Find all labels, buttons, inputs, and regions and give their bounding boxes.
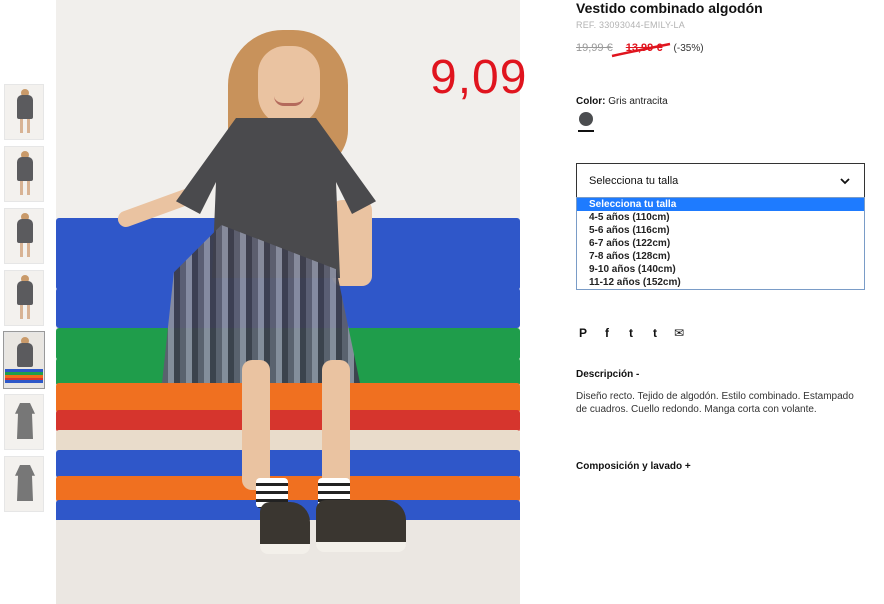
price-row: 19,99 € 13,99 € (-35%) bbox=[576, 42, 876, 58]
gym-mat-stripe bbox=[56, 410, 520, 432]
thumbnail-3[interactable] bbox=[4, 208, 44, 264]
size-option[interactable]: 11-12 años (152cm) bbox=[577, 276, 864, 289]
price-strike-mark bbox=[611, 42, 671, 58]
shoe-right bbox=[316, 500, 406, 552]
size-dropdown-list: Selecciona tu talla 4-5 años (110cm) 5-6… bbox=[576, 197, 865, 290]
thumbnail-5[interactable] bbox=[3, 331, 45, 389]
product-title: Vestido combinado algodón bbox=[576, 0, 763, 16]
size-option[interactable]: 7-8 años (128cm) bbox=[577, 250, 864, 263]
girl-face bbox=[258, 46, 320, 126]
gym-mat-stripe bbox=[56, 430, 520, 452]
shoe-left bbox=[260, 502, 310, 554]
gym-mat-stripe bbox=[56, 450, 520, 478]
chevron-down-icon bbox=[840, 178, 850, 185]
color-label: Color: bbox=[576, 96, 606, 107]
thumbnail-2[interactable] bbox=[4, 146, 44, 202]
size-option[interactable]: 4-5 años (110cm) bbox=[577, 211, 864, 224]
girl-leg-right bbox=[322, 360, 350, 490]
color-swatch-gris-antracita[interactable] bbox=[579, 112, 593, 126]
description-text: Diseño recto. Tejido de algodón. Estilo … bbox=[576, 391, 854, 415]
tumblr-icon[interactable]: t bbox=[648, 326, 662, 340]
composition-toggle[interactable]: Composición y lavado + bbox=[576, 461, 691, 472]
description-toggle[interactable]: Descripción - bbox=[576, 369, 639, 380]
girl-leg-left bbox=[242, 360, 270, 490]
handwritten-price-annotation: 9,09 bbox=[430, 51, 528, 104]
product-ref: REF. 33093044-EMILY-LA bbox=[576, 20, 685, 30]
share-bar: P f t t ✉ bbox=[576, 326, 686, 340]
discount-badge: (-35%) bbox=[673, 43, 704, 54]
email-icon[interactable]: ✉ bbox=[672, 326, 686, 340]
gym-mat-stripe bbox=[56, 383, 520, 413]
thumbnail-6[interactable] bbox=[4, 394, 44, 450]
size-select[interactable]: Selecciona tu talla bbox=[576, 163, 865, 198]
thumbnail-7[interactable] bbox=[4, 456, 44, 512]
old-price: 19,99 € bbox=[576, 42, 613, 54]
gym-mat-stripe bbox=[56, 476, 520, 502]
twitter-icon[interactable]: t bbox=[624, 326, 638, 340]
thumbnail-4[interactable] bbox=[4, 270, 44, 326]
swatch-selected-indicator bbox=[578, 130, 594, 132]
color-value: Gris antracita bbox=[608, 96, 668, 107]
size-option[interactable]: 9-10 años (140cm) bbox=[577, 263, 864, 276]
pinterest-icon[interactable]: P bbox=[576, 326, 590, 340]
thumbnail-gallery bbox=[3, 84, 45, 518]
product-info: Vestido combinado algodón REF. 33093044-… bbox=[576, 0, 876, 58]
size-option[interactable]: 5-6 años (116cm) bbox=[577, 224, 864, 237]
size-option[interactable]: Selecciona tu talla bbox=[577, 198, 864, 211]
facebook-icon[interactable]: f bbox=[600, 326, 614, 340]
thumbnail-1[interactable] bbox=[4, 84, 44, 140]
color-row: Color: Gris antracita bbox=[576, 96, 668, 107]
size-select-value: Selecciona tu talla bbox=[589, 175, 679, 187]
size-option[interactable]: 6-7 años (122cm) bbox=[577, 237, 864, 250]
